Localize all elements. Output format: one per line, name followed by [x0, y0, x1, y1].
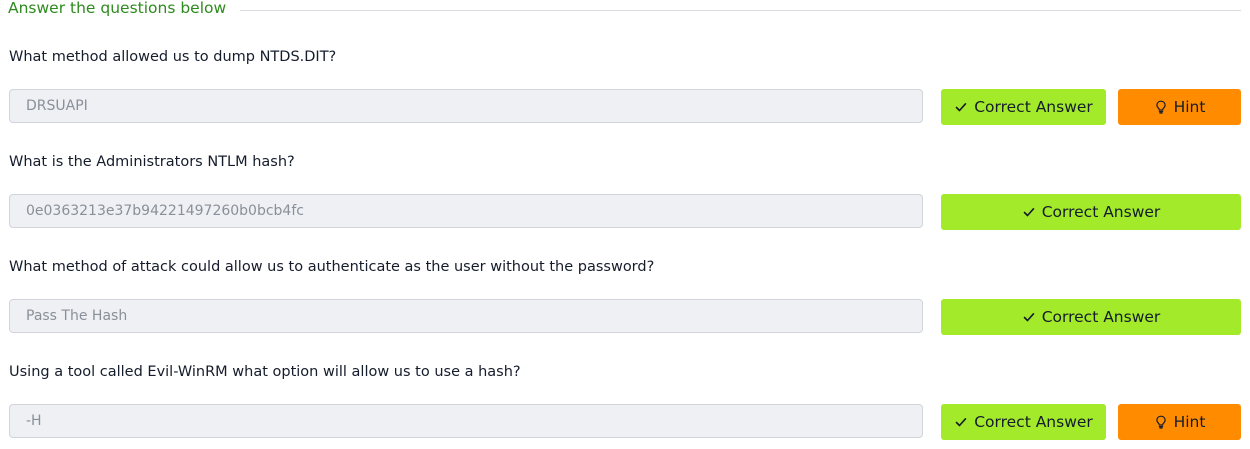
lightbulb-icon [1154, 100, 1168, 114]
hint-label: Hint [1173, 413, 1206, 431]
answer-field[interactable]: 0e0363213e37b94221497260b0bcb4fc [9, 194, 923, 228]
question-text: Using a tool called Evil-WinRM what opti… [9, 364, 521, 380]
correct-answer-button[interactable]: Correct Answer [941, 299, 1241, 335]
hint-label: Hint [1173, 98, 1206, 116]
correct-answer-button[interactable]: Correct Answer [941, 89, 1106, 125]
hint-button[interactable]: Hint [1118, 404, 1241, 440]
check-icon [954, 100, 968, 114]
answer-field[interactable]: Pass The Hash [9, 299, 923, 333]
correct-answer-label: Correct Answer [1041, 203, 1161, 221]
correct-answer-label: Correct Answer [974, 98, 1093, 116]
answer-field[interactable]: DRSUAPI [9, 89, 923, 123]
lightbulb-icon [1154, 415, 1168, 429]
question-text: What method allowed us to dump NTDS.DIT? [9, 49, 337, 65]
questions-panel: Answer the questions below What method a… [0, 0, 1250, 449]
section-header: Answer the questions below [8, 0, 1241, 18]
check-icon [1022, 205, 1036, 219]
section-divider [240, 9, 1241, 11]
check-icon [1022, 310, 1036, 324]
hint-button[interactable]: Hint [1118, 89, 1241, 125]
question-text: What is the Administrators NTLM hash? [9, 154, 295, 170]
correct-answer-label: Correct Answer [1041, 308, 1161, 326]
answer-field[interactable]: -H [9, 404, 923, 438]
section-title: Answer the questions below [8, 0, 227, 17]
question-text: What method of attack could allow us to … [9, 259, 655, 275]
check-icon [954, 415, 968, 429]
correct-answer-label: Correct Answer [974, 413, 1093, 431]
correct-answer-button[interactable]: Correct Answer [941, 194, 1241, 230]
correct-answer-button[interactable]: Correct Answer [941, 404, 1106, 440]
